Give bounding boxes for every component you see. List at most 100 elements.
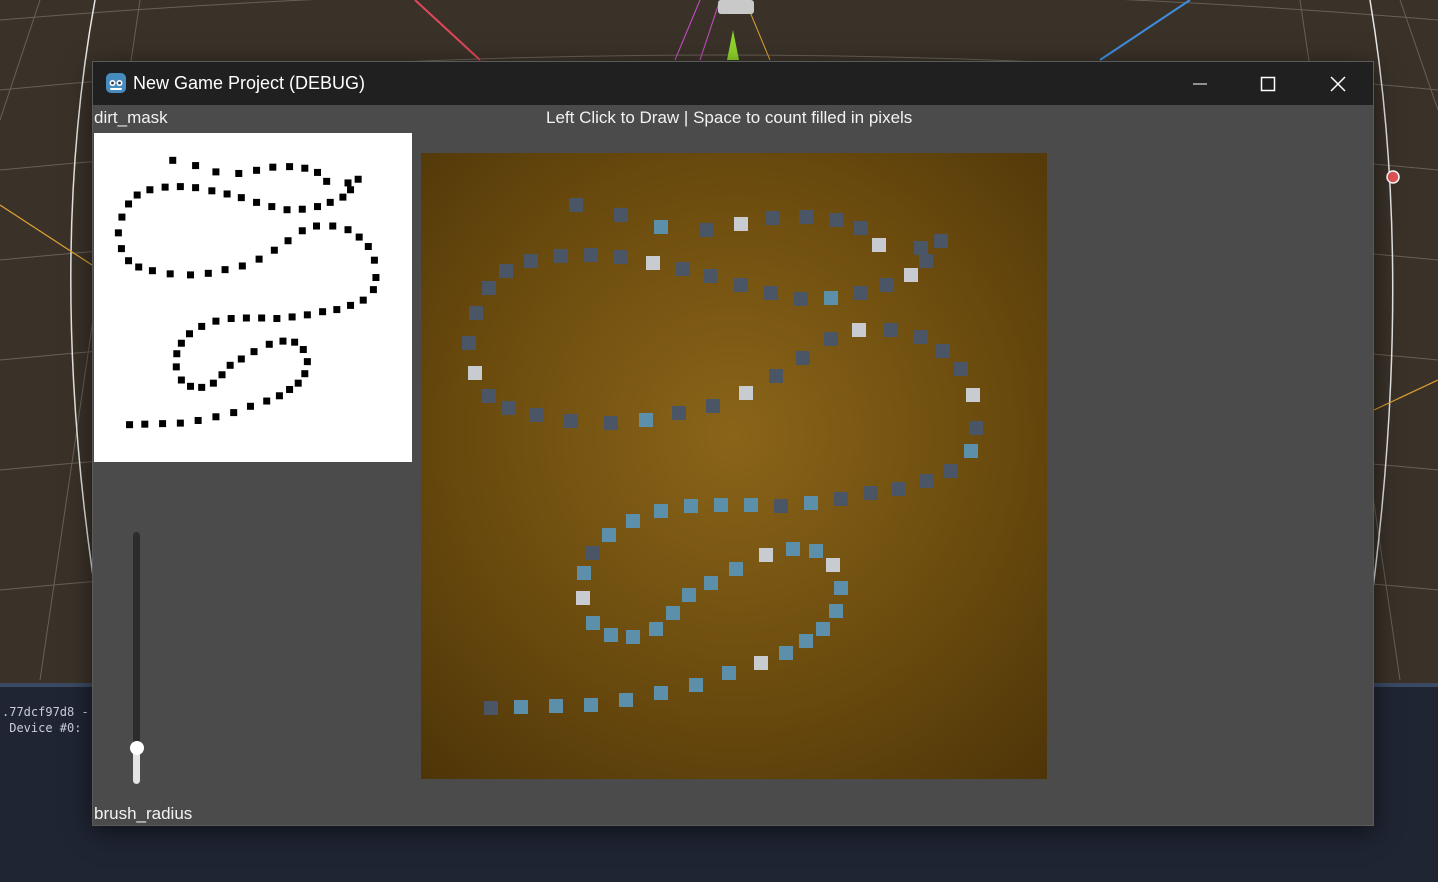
brush-stamp	[649, 622, 663, 636]
mask-stamp	[333, 306, 341, 314]
brush-stamp	[482, 389, 496, 403]
brush-stamp	[734, 217, 748, 231]
brush-stamp	[759, 548, 773, 562]
brush-stamp	[699, 223, 713, 237]
godot-icon	[106, 73, 126, 93]
mask-stamp	[253, 166, 261, 174]
close-button[interactable]	[1303, 62, 1373, 105]
console-output: .77dcf97d8 - Device #0:	[2, 704, 89, 736]
minimize-button[interactable]	[1165, 62, 1235, 105]
dirt-drawing-canvas[interactable]	[421, 153, 1047, 779]
mask-stamp	[187, 271, 195, 279]
mask-stamp	[269, 163, 277, 171]
mask-stamp	[208, 187, 216, 195]
maximize-button[interactable]	[1233, 62, 1303, 105]
mask-stamp	[176, 183, 184, 191]
brush-stamp	[779, 646, 793, 660]
mask-stamp	[227, 315, 235, 323]
brush-stamp	[852, 323, 866, 337]
brush-stamp	[824, 291, 838, 305]
mask-stamp	[347, 301, 355, 309]
mask-stamp	[221, 266, 229, 274]
mask-stamp	[192, 184, 200, 192]
brush-stamp	[614, 208, 628, 222]
mask-stamp	[177, 339, 185, 347]
brush-stamp	[969, 421, 983, 435]
brush-stamp	[914, 330, 928, 344]
window-titlebar[interactable]: New Game Project (DEBUG)	[93, 62, 1373, 105]
mask-stamp	[270, 246, 278, 254]
mask-stamp	[204, 269, 212, 277]
mask-stamp	[230, 409, 238, 417]
mask-stamp	[235, 169, 243, 177]
slider-handle[interactable]	[130, 741, 144, 756]
brush-stamp	[639, 413, 653, 427]
brush-stamp	[919, 254, 933, 268]
mask-stamp	[125, 257, 133, 265]
mask-stamp	[301, 164, 309, 172]
mask-stamp	[187, 382, 195, 390]
brush-stamp	[666, 606, 680, 620]
mask-stamp	[238, 262, 246, 270]
brush-stamp	[854, 286, 868, 300]
brush-stamp	[872, 238, 886, 252]
mask-stamp	[303, 358, 311, 366]
mask-stamp	[246, 402, 254, 410]
brush-stamp	[604, 416, 618, 430]
mask-stamp	[198, 383, 206, 391]
brush-stamp	[744, 498, 758, 512]
brush-stamp	[964, 444, 978, 458]
brush-stamp	[934, 234, 948, 248]
brush-stamp	[766, 211, 780, 225]
mask-stamp	[268, 203, 276, 211]
mask-stamp	[275, 392, 283, 400]
brush-stamp	[502, 401, 516, 415]
mask-stamp	[329, 222, 337, 230]
mask-stamp	[326, 198, 334, 206]
mask-stamp	[253, 198, 261, 206]
brush-stamp	[499, 264, 513, 278]
brush-stamp	[944, 464, 958, 478]
brush-stamp	[714, 498, 728, 512]
brush-stamp	[786, 542, 800, 556]
brush-stamp	[729, 562, 743, 576]
brush-stamp	[804, 496, 818, 510]
brush-stamp	[764, 286, 778, 300]
mask-stamp	[172, 363, 180, 371]
brush-radius-slider[interactable]	[130, 532, 144, 784]
brush-stamp	[682, 588, 696, 602]
mask-stamp	[319, 308, 327, 316]
game-window: New Game Project (DEBUG) dirt_mask Left …	[92, 61, 1374, 826]
mask-stamp	[135, 263, 143, 271]
mask-stamp	[344, 226, 352, 234]
brush-stamp	[484, 701, 498, 715]
mask-stamp	[301, 370, 309, 378]
brush-stamp	[854, 221, 868, 235]
brush-stamp	[482, 281, 496, 295]
mask-stamp	[323, 177, 331, 185]
brush-stamp	[586, 546, 600, 560]
mask-stamp	[291, 338, 299, 346]
close-icon	[1330, 75, 1346, 92]
brush-stamp	[914, 241, 928, 255]
brush-stamp	[468, 366, 482, 380]
mask-stamp	[250, 348, 258, 356]
mask-stamp	[118, 213, 126, 221]
mask-stamp	[255, 255, 263, 263]
brush-radius-label: brush_radius	[94, 804, 193, 823]
mask-stamp	[355, 233, 363, 241]
mask-stamp	[209, 379, 217, 387]
brush-stamp	[586, 616, 600, 630]
mask-stamp	[286, 385, 294, 393]
window-title: New Game Project (DEBUG)	[133, 73, 366, 93]
brush-stamp	[684, 499, 698, 513]
mask-stamp	[303, 311, 311, 319]
mask-stamp	[117, 245, 125, 253]
brush-stamp	[529, 408, 543, 422]
brush-stamp	[564, 414, 578, 428]
brush-stamp	[626, 514, 640, 528]
brush-stamp	[774, 499, 788, 513]
mask-stamp	[312, 222, 320, 230]
mask-stamp	[298, 227, 306, 235]
console-line: .77dcf97d8 -	[2, 705, 89, 719]
